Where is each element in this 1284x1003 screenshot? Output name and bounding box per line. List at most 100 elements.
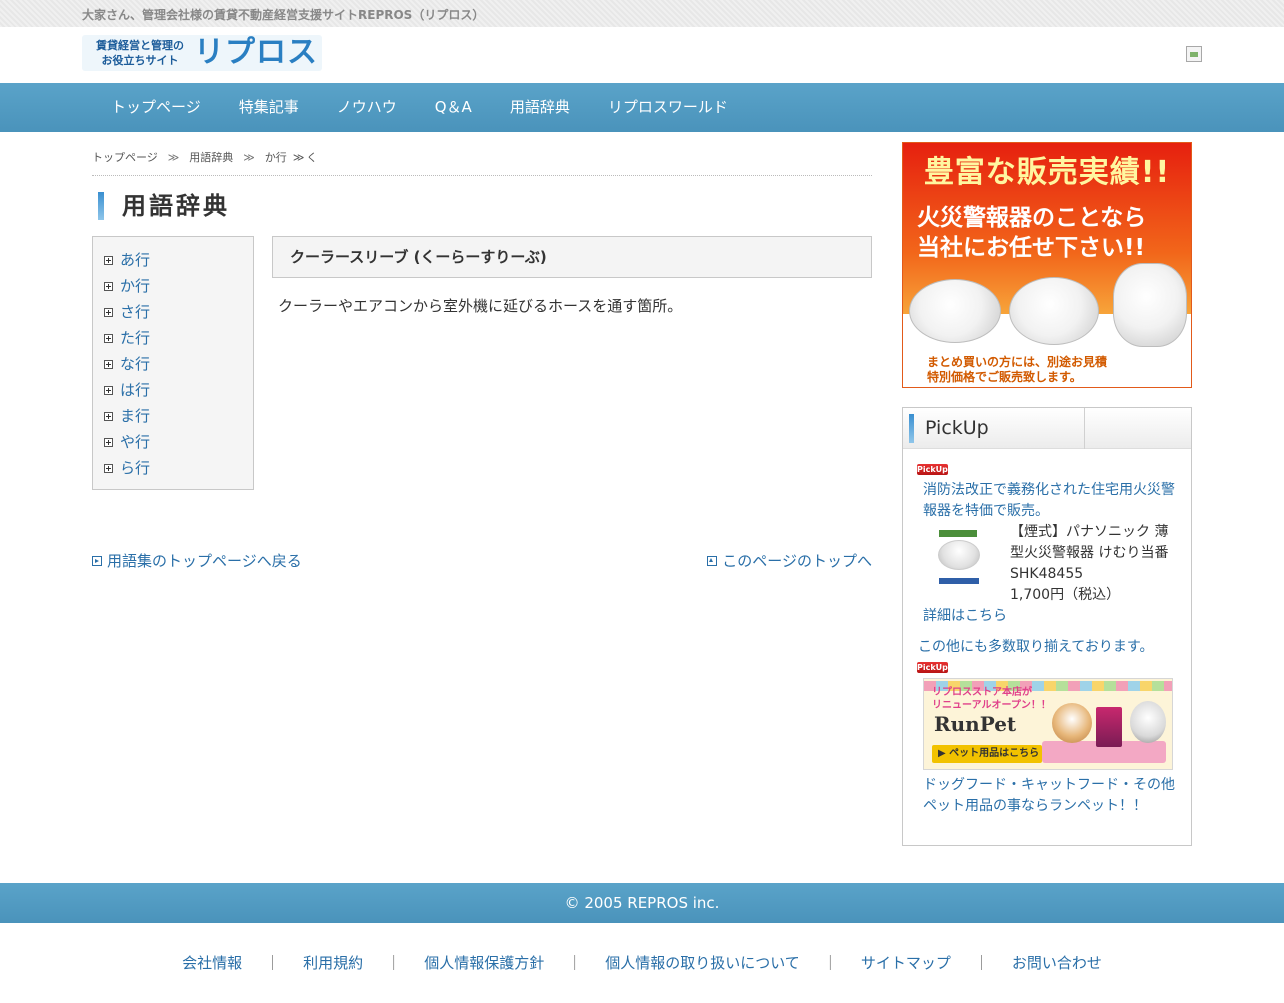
detector-disc [938,540,980,570]
pickup-header-divider [1084,408,1085,449]
index-item-label: さ行 [120,303,151,321]
expand-plus-icon [104,463,113,473]
footer-copyright: © 2005 REPROS inc. [0,883,1284,923]
footer-separator: ｜ [567,954,583,972]
nav-item-qa[interactable]: Q＆A [416,83,491,132]
arrow-right-box-icon [92,556,102,566]
breadcrumb-item-ka-row[interactable]: か行 [265,151,287,164]
broken-image-icon[interactable] [1186,46,1202,62]
footer-link-privacy-handling[interactable]: 個人情報の取り扱いについて [605,951,800,975]
footer-link-privacy-policy[interactable]: 個人情報保護方針 [424,951,544,975]
index-item-ra[interactable]: ら行 [93,455,253,481]
footer-link-sitemap[interactable]: サイトマップ [861,951,951,975]
ad-headline: 豊富な販売実績!! [923,155,1171,190]
footer-link-contact[interactable]: お問い合わせ [1012,951,1102,975]
smoke-detector-image [1009,277,1099,345]
index-item-ka[interactable]: か行 [93,273,253,299]
footer-links: 会社情報 ｜ 利用規約 ｜ 個人情報保護方針 ｜ 個人情報の取り扱いについて ｜… [0,951,1284,975]
product-price: 1,700円（税込） [1010,587,1121,603]
index-item-ya[interactable]: や行 [93,429,253,455]
index-item-sa[interactable]: さ行 [93,299,253,325]
fire-alarm-ad-banner[interactable]: 豊富な販売実績!! 火災警報器のことなら 当社にお任せ下さい!! まとめ買いの方… [902,142,1192,388]
expand-plus-icon [104,437,113,447]
ad-line3: 当社にお任せ下さい!! [917,235,1145,261]
pickup-item1-detail-link[interactable]: 詳細はこちら [923,606,1007,627]
index-item-ma[interactable]: ま行 [93,403,253,429]
footer-link-terms[interactable]: 利用規約 [303,951,363,975]
breadcrumb-separator: ≫ [243,151,255,164]
ad-line2: 火災警報器のことなら [917,205,1147,231]
site-logo[interactable]: 賃貸経営と管理の お役立ちサイト リプロス [82,35,322,71]
top-strip: 大家さん、管理会社様の賃貸不動産経営支援サイトREPROS（リプロス） [0,0,1284,27]
pickup-item1-headline[interactable]: 消防法改正で義務化された住宅用火災警報器を特価で販売。 [923,480,1179,522]
pickup-panel: PickUp PickUp! 消防法改正で義務化された住宅用火災警報器を特価で販… [902,407,1192,846]
runpet-logo: RunPet [934,712,1017,736]
ad-footnote: まとめ買いの方には、別途お見積 特別価格でご販売致します。 [927,355,1187,385]
smoke-detector-image [909,279,1001,343]
pickup-badge-icon: PickUp! [917,662,952,673]
title-accent-bar [98,192,104,220]
pickup-accent-bar [909,414,914,443]
nav-item-repros-world[interactable]: リプロスワールド [589,83,747,132]
ad-subheadline: 火災警報器のことなら 当社にお任せ下さい!! [917,203,1187,263]
thumb-brand-label [939,578,979,584]
term-definition: クーラーやエアコンから室外機に延びるホースを通す箇所。 [278,297,683,315]
nav-item-knowhow[interactable]: ノウハウ [318,83,416,132]
footer-separator: ｜ [386,954,402,972]
pickup-header: PickUp [903,408,1191,449]
pickup-badge-icon: PickUp! [917,464,952,475]
breadcrumb-separator: ≫ [167,151,180,164]
logo-sub-line2: お役立ちサイト [101,54,179,67]
index-item-label: ら行 [120,459,151,477]
runpet-banner[interactable]: リプロスストア本店が リニューアルオープン！！ RunPet ▶ ペット用品はこ… [923,678,1173,770]
runpet-shop-button[interactable]: ▶ ペット用品はこちら [932,745,1042,763]
main-nav: トップページ 特集記事 ノウハウ Q＆A 用語辞典 リプロスワールド [0,83,1284,132]
expand-plus-icon [104,411,113,421]
runpet-line1: リプロスストア本店が [932,687,1032,698]
index-item-a[interactable]: あ行 [93,247,253,273]
runpet-line2: リニューアルオープン！！ [932,700,1051,711]
nav-item-features[interactable]: 特集記事 [220,83,318,132]
index-item-label: や行 [120,433,151,451]
index-item-ha[interactable]: は行 [93,377,253,403]
kana-index: あ行 か行 さ行 た行 な行 は行 ま行 や行 ら行 [92,236,254,490]
back-to-glossary-link[interactable]: 用語集のトップページへ戻る [92,550,302,572]
breadcrumb-item-glossary[interactable]: 用語辞典 [189,151,233,164]
index-item-label: は行 [120,381,151,399]
header: 賃貸経営と管理の お役立ちサイト リプロス [0,27,1284,83]
index-item-na[interactable]: な行 [93,351,253,377]
breadcrumb-current: く [306,151,318,164]
index-item-label: た行 [120,329,151,347]
breadcrumb-item-top[interactable]: トップページ [92,151,158,164]
pet-food-bag-image [1096,707,1122,747]
term-heading: クーラースリーブ (くーらーすりーぶ) [272,236,872,278]
expand-plus-icon [104,307,113,317]
index-item-label: ま行 [120,407,151,425]
runpet-announcement: リプロスストア本店が リニューアルオープン！！ [932,686,1052,712]
breadcrumb: トップページ ≫ 用語辞典 ≫ か行 ≫ く [92,149,872,176]
arrow-up-box-icon [707,556,718,566]
ad-line5: 特別価格でご販売致します。 [927,370,1082,384]
index-item-label: か行 [120,277,151,295]
nav-item-top[interactable]: トップページ [92,83,220,132]
breadcrumb-separator: ≫ [292,151,305,164]
fire-alarm-product-thumbnail[interactable] [933,528,985,590]
index-item-label: あ行 [120,251,151,269]
pickup-item2-text[interactable]: ドッグフード・キャットフード・その他ペット用品の事ならランペット！！ [923,775,1179,817]
logo-text: リプロス [194,35,318,70]
logo-sub-line1: 賃貸経営と管理の [96,39,184,52]
dog-image [1052,703,1092,743]
expand-plus-icon [104,359,113,369]
index-item-label: な行 [120,355,151,373]
expand-plus-icon [104,255,113,265]
nav-item-glossary[interactable]: 用語辞典 [491,83,589,132]
page-top-link[interactable]: このページのトップへ [707,550,872,572]
pickup-title: PickUp [925,417,989,439]
index-item-ta[interactable]: た行 [93,325,253,351]
back-link-label: 用語集のトップページへ戻る [107,552,302,570]
footer-link-company[interactable]: 会社情報 [182,951,242,975]
expand-plus-icon [104,281,113,291]
smoke-detector-image [1113,263,1187,347]
footer-separator: ｜ [973,954,989,972]
site-tagline: 大家さん、管理会社様の賃貸不動産経営支援サイトREPROS（リプロス） [82,8,485,22]
